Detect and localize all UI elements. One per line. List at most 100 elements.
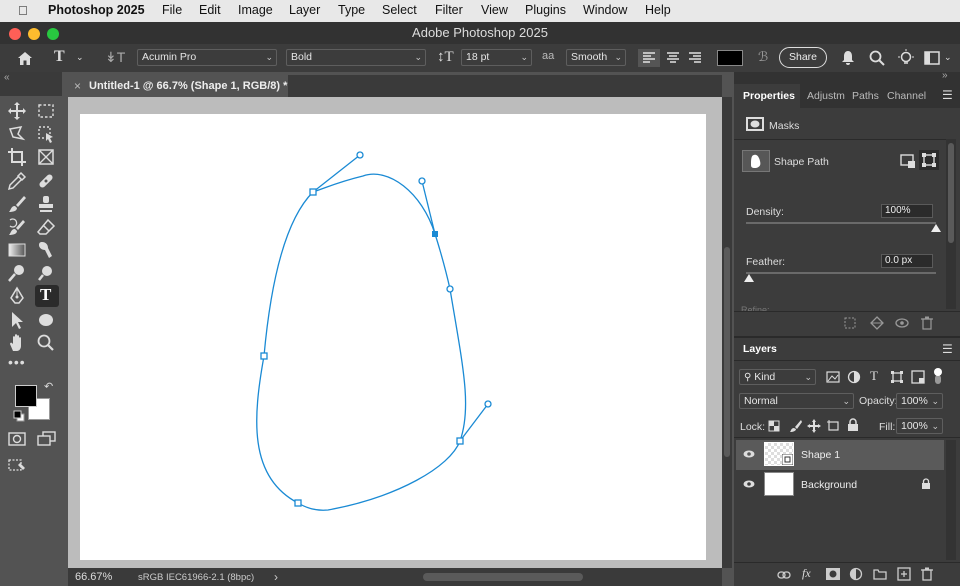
layer-name[interactable]: Shape 1	[801, 449, 840, 461]
menu-filter[interactable]: Filter	[435, 3, 463, 17]
menu-help[interactable]: Help	[645, 3, 671, 17]
filter-toggle-icon[interactable]	[932, 367, 944, 385]
crop-tool-icon[interactable]	[7, 147, 27, 167]
menu-type[interactable]: Type	[338, 3, 365, 17]
lock-transparent-pixels-icon[interactable]	[768, 420, 780, 432]
swap-colors-icon[interactable]: ↶	[44, 380, 53, 393]
eraser-tool-icon[interactable]	[36, 217, 56, 237]
properties-scroll-thumb[interactable]	[948, 143, 954, 243]
gradient-tool-icon[interactable]	[7, 240, 27, 260]
opacity-input[interactable]: 100% ⌄	[896, 393, 943, 409]
type-tool-button[interactable]: T	[35, 285, 59, 307]
smudge-tool-icon[interactable]	[36, 240, 56, 260]
layer-style-icon[interactable]: fx	[802, 566, 811, 581]
layers-scrollbar[interactable]	[946, 440, 956, 560]
lock-artboard-icon[interactable]	[826, 419, 840, 433]
delete-mask-icon[interactable]	[921, 316, 933, 330]
object-selection-tool-icon[interactable]	[36, 124, 56, 144]
density-slider-thumb[interactable]	[931, 224, 941, 232]
load-selection-icon[interactable]	[844, 317, 856, 329]
menu-view[interactable]: View	[481, 3, 508, 17]
chevron-down-icon[interactable]: ⌄	[944, 52, 952, 63]
zoom-tool-icon[interactable]	[36, 333, 56, 353]
density-slider[interactable]	[746, 222, 936, 224]
link-layers-icon[interactable]	[777, 570, 791, 580]
path-selection-tool-icon[interactable]	[7, 310, 27, 330]
ellipse-tool-icon[interactable]	[36, 310, 56, 330]
trash-icon[interactable]	[921, 567, 933, 581]
status-menu-arrow[interactable]: ›	[274, 570, 278, 584]
warp-text-icon[interactable]: ℬ	[758, 49, 768, 65]
layers-title[interactable]: Layers	[743, 343, 777, 355]
type-tool-preset-icon[interactable]: T	[54, 48, 65, 66]
clone-stamp-tool-icon[interactable]	[36, 194, 56, 214]
apply-mask-icon[interactable]	[870, 316, 884, 330]
font-style-select[interactable]: Bold ⌄	[286, 49, 426, 66]
workspace-icon[interactable]	[924, 51, 940, 65]
bell-icon[interactable]	[840, 50, 856, 66]
properties-scrollbar[interactable]	[946, 139, 956, 309]
shape-path-thumbnail[interactable]	[742, 150, 770, 172]
close-tab-icon[interactable]: ×	[74, 75, 81, 97]
menu-file[interactable]: File	[162, 3, 182, 17]
vector-mask-button[interactable]	[919, 150, 939, 170]
share-button[interactable]: Share	[779, 47, 827, 68]
dodge-tool-icon[interactable]	[7, 263, 27, 283]
filter-smart-object-icon[interactable]	[911, 370, 925, 384]
minimize-window-button[interactable]	[28, 28, 40, 40]
lock-all-icon[interactable]	[847, 418, 859, 432]
filter-adjustment-icon[interactable]	[847, 370, 861, 384]
quick-mask-icon[interactable]	[8, 432, 26, 446]
apple-icon[interactable]: 	[18, 3, 28, 18]
healing-brush-tool-icon[interactable]	[36, 171, 56, 191]
text-orientation-icon[interactable]: ↡T	[105, 49, 125, 66]
default-colors-icon[interactable]	[13, 410, 25, 422]
panel-menu-icon[interactable]: ☰	[942, 342, 953, 356]
lock-image-pixels-icon[interactable]	[789, 419, 803, 433]
feather-input[interactable]: 0.0 px	[881, 254, 933, 268]
more-tools-icon[interactable]: •••	[8, 354, 26, 370]
tab-adjustments[interactable]: Adjustm	[807, 90, 845, 102]
tab-properties[interactable]: Properties	[743, 90, 795, 102]
layer-filter-select[interactable]: ⚲ Kind ⌄	[739, 369, 816, 385]
new-layer-icon[interactable]	[897, 567, 911, 581]
menu-plugins[interactable]: Plugins	[525, 3, 566, 17]
document-tab[interactable]: × Untitled-1 @ 66.7% (Shape 1, RGB/8) *	[68, 75, 288, 97]
vertical-scrollbar[interactable]	[722, 97, 732, 568]
tab-paths[interactable]: Paths	[852, 90, 879, 102]
app-menu[interactable]: Photoshop 2025	[48, 3, 145, 17]
eye-icon[interactable]	[743, 478, 755, 490]
layer-name[interactable]: Background	[801, 479, 857, 491]
pen-tool-icon[interactable]	[7, 286, 27, 306]
history-brush-tool-icon[interactable]	[7, 217, 27, 237]
folder-icon[interactable]	[873, 568, 887, 580]
screen-mode-icon[interactable]	[37, 431, 57, 447]
menu-window[interactable]: Window	[583, 3, 627, 17]
search-icon[interactable]	[869, 50, 885, 66]
horizontal-scroll-thumb[interactable]	[423, 573, 583, 581]
blend-mode-select[interactable]: Normal ⌄	[739, 393, 854, 409]
menu-image[interactable]: Image	[238, 3, 273, 17]
eyedropper-tool-icon[interactable]	[7, 171, 27, 191]
shape-path-overlay[interactable]	[68, 97, 722, 568]
antialias-select[interactable]: Smooth ⌄	[566, 49, 626, 66]
tab-channels[interactable]: Channel	[887, 90, 926, 102]
edit-toolbar-icon[interactable]	[8, 457, 26, 473]
feather-slider-thumb[interactable]	[744, 274, 754, 282]
home-icon[interactable]	[16, 50, 34, 66]
layer-row-shape-1[interactable]: Shape 1	[736, 440, 944, 470]
collapse-panels-icon[interactable]: »	[942, 70, 948, 81]
eye-icon[interactable]	[743, 448, 755, 460]
zoom-level[interactable]: 66.67%	[75, 571, 112, 583]
zoom-dodge-icon[interactable]	[36, 263, 56, 283]
filter-pixel-icon[interactable]	[826, 371, 840, 383]
canvas-area[interactable]	[68, 97, 722, 568]
hand-tool-icon[interactable]	[7, 333, 27, 353]
menu-edit[interactable]: Edit	[199, 3, 221, 17]
visibility-icon[interactable]	[895, 317, 909, 329]
brush-tool-icon[interactable]	[7, 194, 27, 214]
panel-menu-icon[interactable]: ☰	[942, 88, 953, 102]
menu-select[interactable]: Select	[382, 3, 417, 17]
vertical-scroll-thumb[interactable]	[724, 247, 730, 457]
filter-type-icon[interactable]: T	[870, 368, 878, 384]
